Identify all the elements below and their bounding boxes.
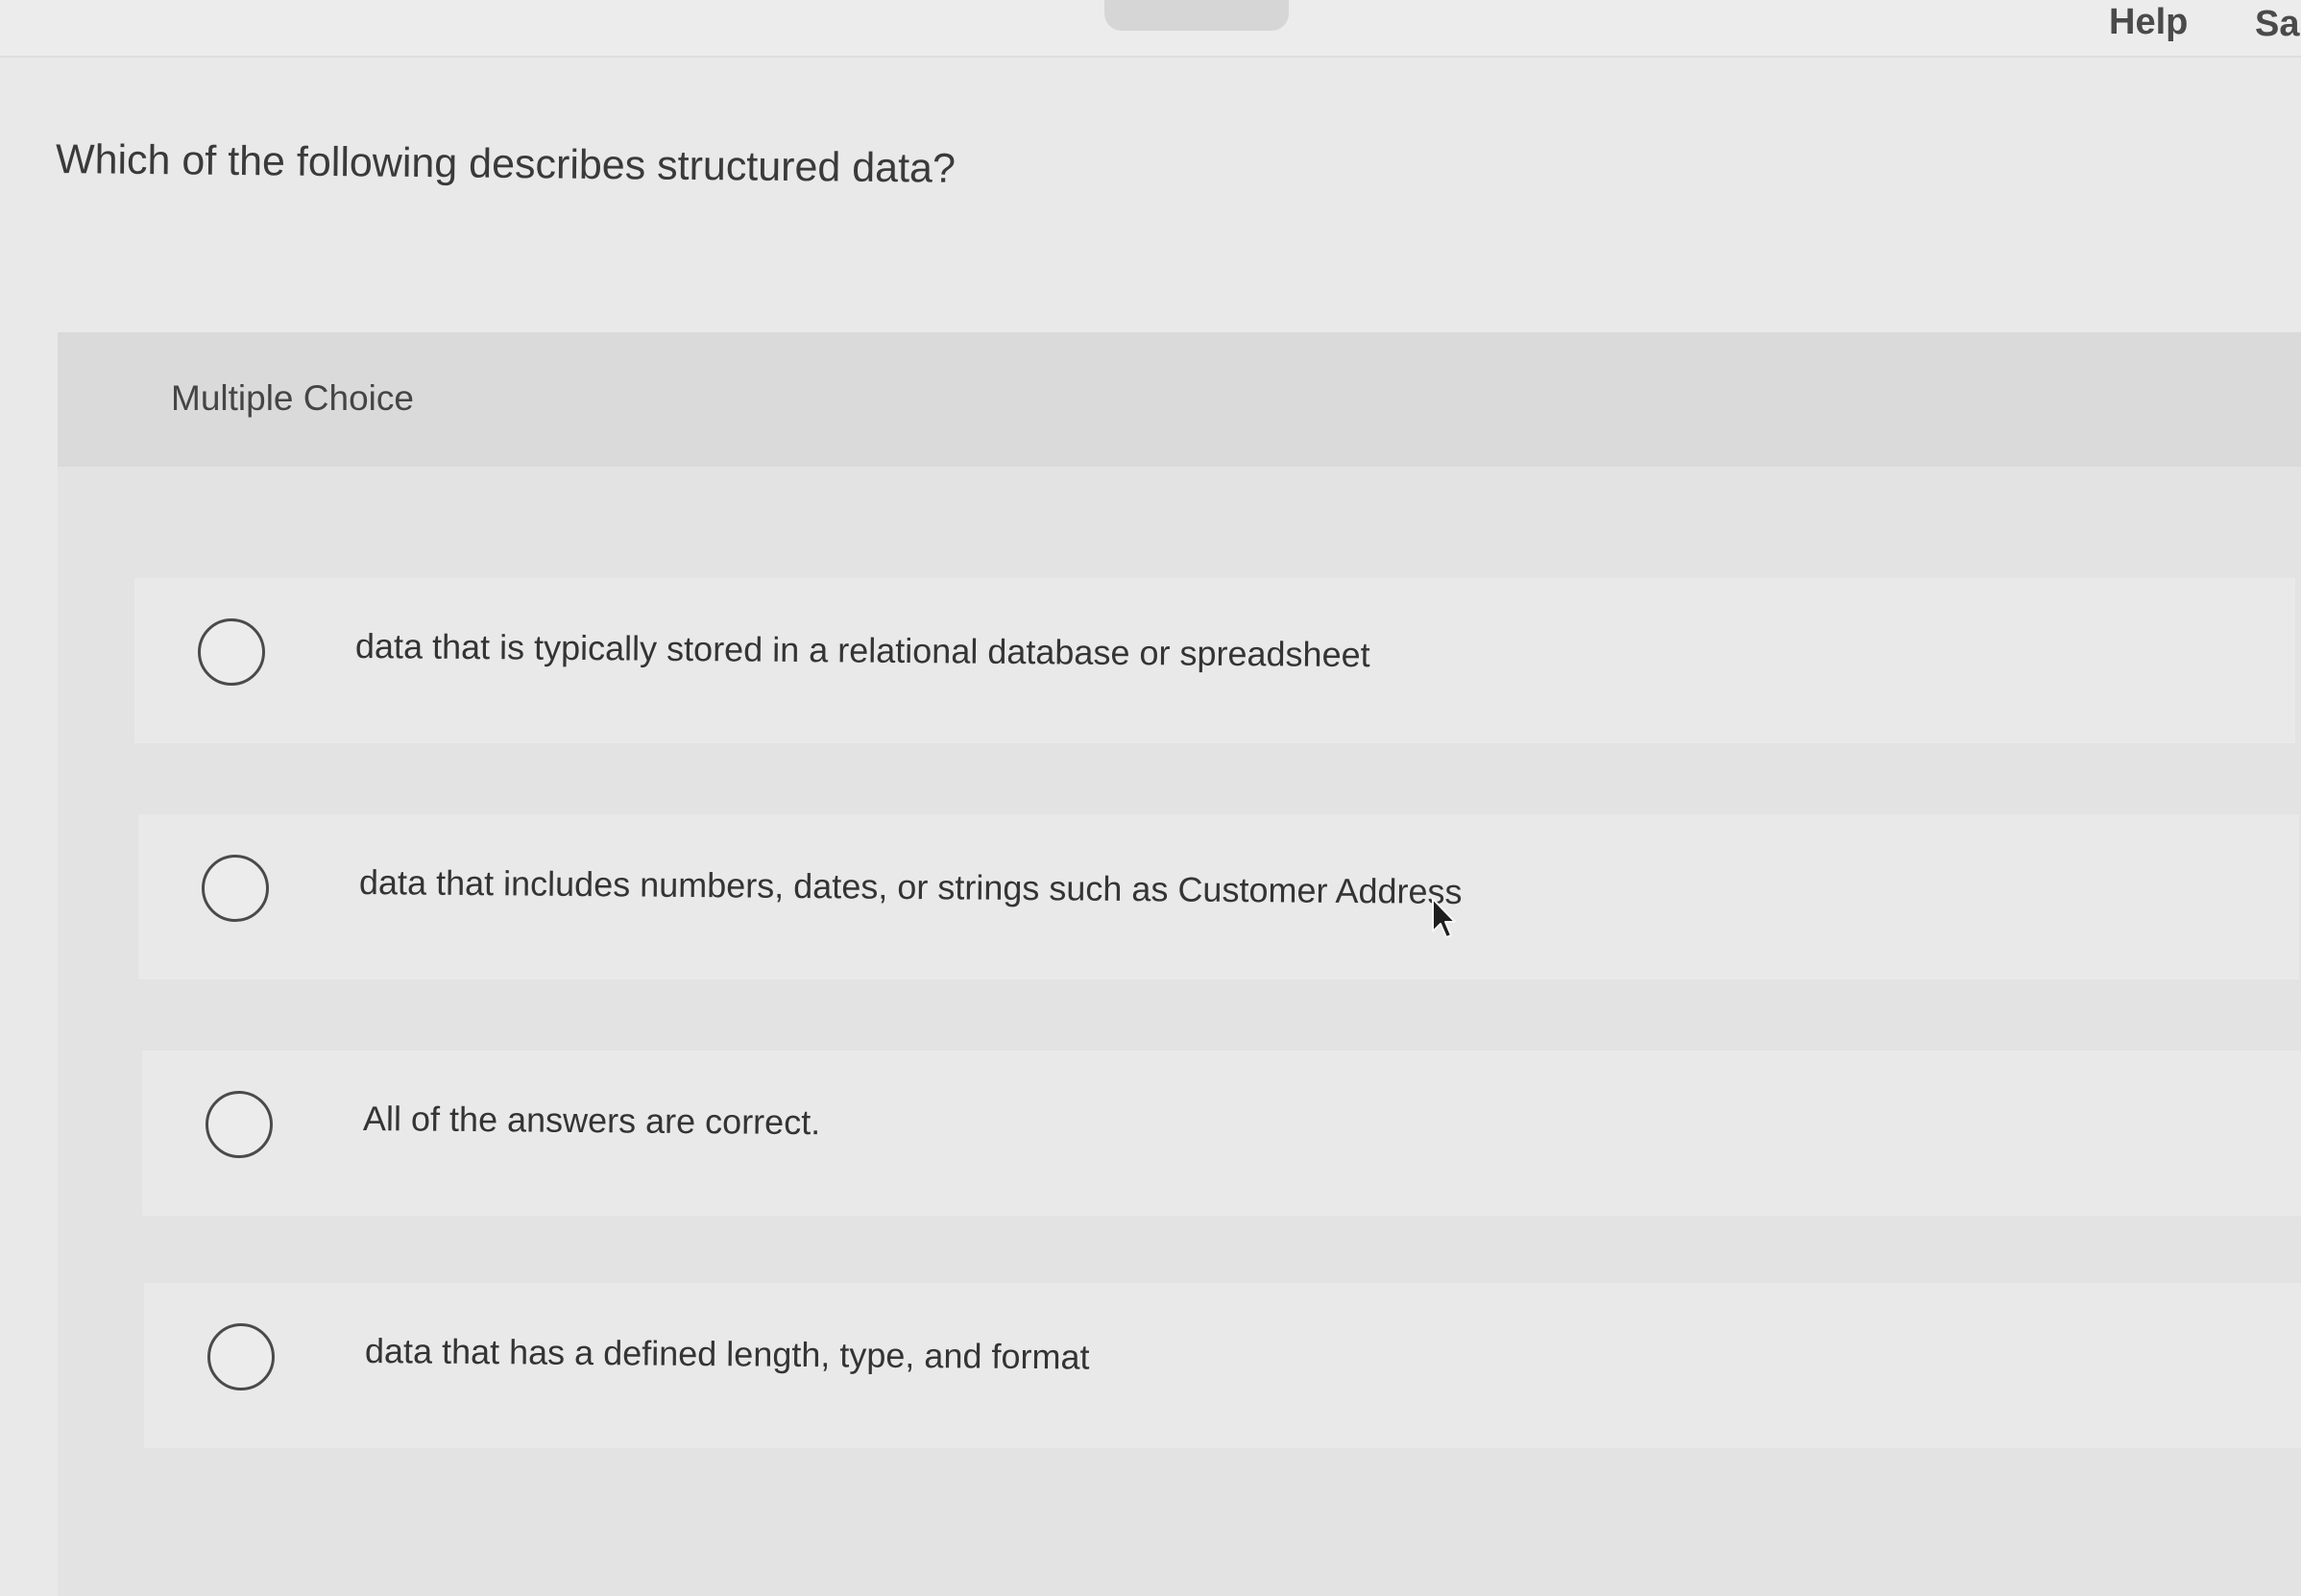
top-bar: Help Sa bbox=[0, 0, 2301, 58]
mouse-pointer-icon bbox=[1432, 898, 1456, 938]
radio-button[interactable] bbox=[202, 855, 269, 922]
question-card: Multiple Choice data that is typically s… bbox=[58, 332, 2301, 1596]
radio-button[interactable] bbox=[207, 1323, 275, 1390]
saved-status-tab bbox=[1104, 0, 1289, 31]
choice-label: data that has a defined length, type, an… bbox=[364, 1331, 1090, 1377]
radio-button[interactable] bbox=[198, 618, 265, 686]
choice-option-1[interactable]: data that is typically stored in a relat… bbox=[134, 578, 2295, 743]
choice-option-4[interactable]: data that has a defined length, type, an… bbox=[144, 1283, 2301, 1448]
question-prompt: Which of the following describes structu… bbox=[55, 136, 957, 192]
choice-option-2[interactable]: data that includes numbers, dates, or st… bbox=[138, 814, 2299, 979]
help-link[interactable]: Help bbox=[2109, 2, 2188, 43]
choice-option-3[interactable]: All of the answers are correct. bbox=[142, 1051, 2301, 1216]
card-header: Multiple Choice bbox=[58, 332, 2301, 467]
choice-label: data that is typically stored in a relat… bbox=[354, 626, 1370, 675]
question-type-label: Multiple Choice bbox=[171, 378, 414, 418]
save-link[interactable]: Sa bbox=[2255, 4, 2299, 45]
radio-button[interactable] bbox=[206, 1091, 273, 1158]
choice-label: All of the answers are correct. bbox=[362, 1099, 821, 1143]
choice-label: data that includes numbers, dates, or st… bbox=[358, 862, 1463, 912]
